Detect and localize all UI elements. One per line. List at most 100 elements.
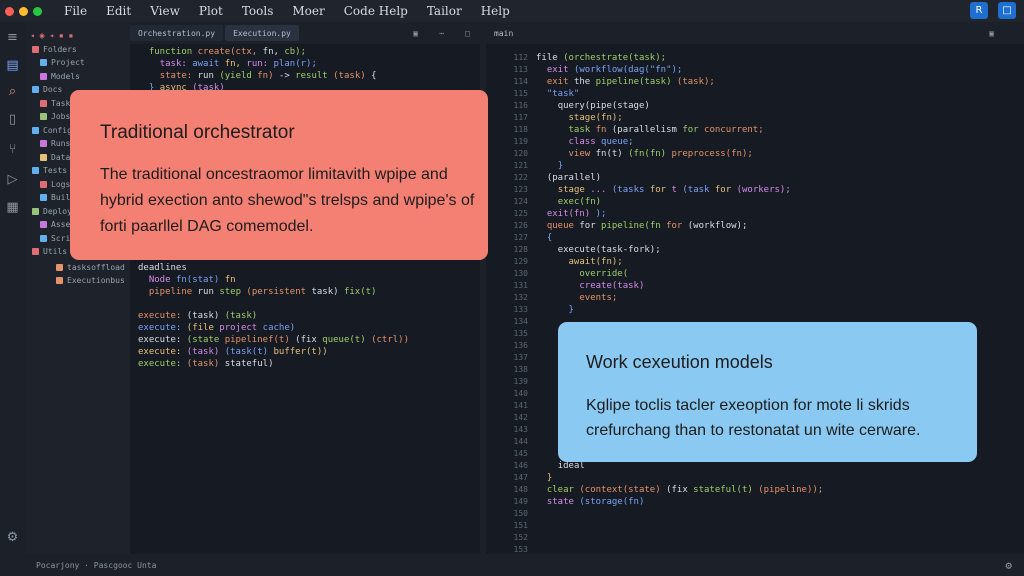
folder-icon bbox=[40, 113, 47, 120]
explorer-item[interactable]: Utils bbox=[32, 247, 67, 257]
explorer-item-label: Deploy bbox=[43, 206, 72, 216]
code-line: (parallel) bbox=[546, 173, 602, 183]
explorer-item-label: Jobs bbox=[51, 112, 71, 121]
menu-moer[interactable]: Moer bbox=[292, 4, 324, 18]
menu-icon[interactable]: ≡ bbox=[5, 30, 20, 45]
layout-button[interactable]: □ bbox=[998, 2, 1016, 19]
explorer-item-label: Models bbox=[51, 71, 80, 81]
explorer-item-label: Project bbox=[51, 58, 85, 67]
explorer-item[interactable]: Deploy bbox=[32, 206, 72, 216]
line-number: 125 bbox=[513, 209, 528, 218]
folder-icon bbox=[56, 263, 63, 271]
right-code-editor[interactable]: 112 113 114 115 116 117 118 119 120 121 122 123 124 1… bbox=[486, 44, 1024, 554]
extensions-icon[interactable]: ▦ bbox=[5, 200, 20, 215]
maximize-window-button[interactable] bbox=[33, 6, 42, 16]
code-line: queue for pipeline(fn for (workflow); bbox=[546, 221, 748, 231]
menu-edit[interactable]: Edit bbox=[106, 4, 131, 18]
menu-help[interactable]: Help bbox=[481, 4, 510, 18]
line-number: 132 bbox=[513, 293, 528, 302]
line-number: 138 bbox=[513, 365, 528, 374]
explorer-item[interactable]: Docs bbox=[32, 85, 62, 95]
card-title: Work cexeution models bbox=[586, 352, 773, 372]
more-actions-icon[interactable]: ⋯ bbox=[439, 29, 444, 38]
minimize-window-button[interactable] bbox=[19, 6, 28, 16]
code-line: "task" bbox=[546, 89, 580, 99]
explorer-item[interactable]: Folders bbox=[32, 44, 77, 54]
close-editor-icon[interactable]: □ bbox=[465, 29, 470, 38]
code-line: view fn(t) (fn(fn) preprocess(fn); bbox=[568, 149, 753, 159]
code-line: execute(task-fork); bbox=[557, 245, 661, 255]
line-number: 146 bbox=[513, 461, 528, 470]
line-number: 123 bbox=[513, 185, 528, 194]
code-line: create(task) bbox=[579, 281, 645, 291]
explorer-header: ◂ ◉ ◂ ▪ ▪ bbox=[30, 30, 74, 40]
tab-main[interactable]: main bbox=[486, 25, 521, 41]
code-line: deadlines bbox=[138, 263, 187, 273]
code-line: events; bbox=[579, 293, 618, 303]
line-number: 114 bbox=[513, 77, 528, 86]
explorer-item[interactable]: Runs bbox=[40, 139, 70, 149]
line-number: 149 bbox=[513, 497, 528, 506]
menu-tailor[interactable]: Tailor bbox=[427, 4, 462, 18]
explorer-item[interactable]: Data bbox=[40, 152, 70, 162]
explorer-item-label: Utils bbox=[43, 247, 68, 256]
tab-execution[interactable]: Execution.py bbox=[225, 25, 299, 41]
tab-orchestration[interactable]: Orchestration.py bbox=[130, 25, 224, 41]
line-number: 119 bbox=[513, 137, 528, 146]
menu-code-help[interactable]: Code Help bbox=[344, 4, 408, 18]
code-line: execute: (state pipelinef(t) (fix queue(… bbox=[138, 335, 409, 345]
explorer-item-label: Folders bbox=[43, 44, 77, 54]
explorer-item[interactable]: Config bbox=[32, 125, 72, 135]
explorer-item[interactable]: Jobs bbox=[40, 112, 70, 122]
explorer-icon[interactable]: ▤ bbox=[5, 58, 20, 73]
document-icon[interactable]: ▯ bbox=[5, 112, 20, 127]
gear-icon[interactable]: ⚙ bbox=[1005, 559, 1012, 572]
folder-icon bbox=[32, 86, 39, 93]
folder-icon bbox=[32, 248, 39, 255]
explorer-item[interactable]: Models bbox=[40, 71, 80, 81]
code-line: exit (workflow(dag("fn"); bbox=[546, 65, 683, 75]
explorer-item-label: Logs bbox=[51, 179, 71, 189]
menu-file[interactable]: File bbox=[64, 4, 87, 18]
source-control-icon[interactable]: ⑂ bbox=[5, 142, 20, 157]
explorer-item[interactable]: tasksoffload bbox=[56, 262, 125, 272]
line-number: 127 bbox=[513, 233, 528, 242]
code-line: override( bbox=[579, 269, 629, 279]
menu-tools[interactable]: Tools bbox=[242, 4, 274, 18]
settings-icon[interactable]: ⚙ bbox=[5, 530, 20, 545]
line-number: 136 bbox=[513, 341, 528, 350]
run-icon[interactable]: ▷ bbox=[5, 172, 20, 187]
explorer-item-label: Data bbox=[51, 152, 71, 162]
status-left[interactable]: Pocarjony · Pascgooc Unta bbox=[36, 561, 156, 570]
folder-icon bbox=[40, 153, 47, 161]
line-number: 142 bbox=[513, 413, 528, 422]
code-line: stage(fn); bbox=[568, 113, 623, 123]
code-line: Node fn(stat) fn bbox=[148, 275, 236, 285]
account-button[interactable]: R bbox=[970, 2, 988, 19]
explorer-item[interactable]: Logs bbox=[40, 179, 70, 189]
split-editor-icon[interactable]: ▣ bbox=[989, 29, 994, 38]
title-bar: File Edit View Plot Tools Moer Code Help… bbox=[0, 0, 1024, 22]
menu-plot[interactable]: Plot bbox=[199, 4, 223, 18]
split-editor-icon[interactable]: ▣ bbox=[413, 29, 418, 38]
explorer-item[interactable]: Project bbox=[40, 58, 85, 68]
code-line: { bbox=[546, 233, 553, 243]
card-body: Kglipe toclis tacler exeoption for mote … bbox=[586, 397, 921, 439]
line-number: 151 bbox=[513, 521, 528, 530]
folder-icon bbox=[40, 221, 47, 228]
explorer-item[interactable]: Executionbus bbox=[56, 275, 125, 285]
code-line: } bbox=[568, 305, 574, 315]
code-line: state (storage(fn) bbox=[546, 497, 645, 507]
close-window-button[interactable] bbox=[5, 6, 14, 16]
line-number: 143 bbox=[513, 425, 528, 434]
line-number: 147 bbox=[513, 473, 528, 482]
code-line: class queue; bbox=[568, 137, 634, 147]
folder-icon bbox=[32, 167, 39, 174]
menu-view[interactable]: View bbox=[150, 4, 180, 18]
code-line: await(fn); bbox=[568, 257, 623, 267]
explorer-item[interactable]: Tests bbox=[32, 166, 67, 176]
explorer-item-label: Runs bbox=[51, 139, 71, 148]
line-number: 120 bbox=[513, 149, 528, 158]
search-icon[interactable]: ⌕ bbox=[5, 84, 20, 99]
folder-icon bbox=[40, 59, 47, 66]
